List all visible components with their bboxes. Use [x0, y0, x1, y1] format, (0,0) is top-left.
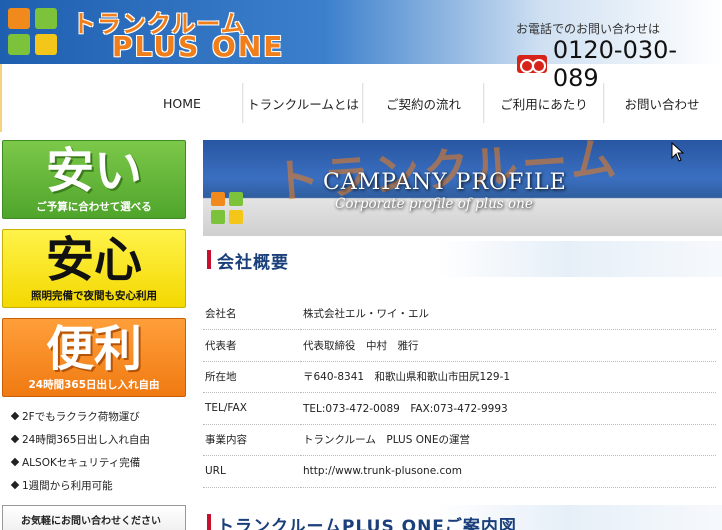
section-heading-map: トランクルームPLUS ONEご案内図	[203, 505, 722, 530]
row-value: 代表取締役 中村 雅行	[301, 329, 716, 362]
company-info-table: 会社名 株式会社エル・ワイ・エル 代表者 代表取締役 中村 雅行 所在地 〒64…	[203, 298, 716, 488]
feature-convenient-title: 便利	[45, 321, 142, 377]
row-key: URL	[203, 455, 301, 488]
banner-square-icon	[211, 192, 225, 206]
section-title: 会社概要	[217, 253, 289, 273]
diamond-bullet-icon	[10, 457, 20, 467]
table-row: 会社名 株式会社エル・ワイ・エル	[203, 298, 716, 330]
row-value: 〒640-8341 和歌山県和歌山市田尻129-1	[301, 361, 716, 393]
row-key: 所在地	[203, 361, 301, 393]
table-row: 代表者 代表取締役 中村 雅行	[203, 329, 716, 362]
feature-cheap-caption: ご予算に合わせて選べる	[36, 201, 152, 213]
nav-home[interactable]: HOME	[122, 82, 242, 124]
list-item: ALSOKセキュリティ完備	[10, 455, 150, 478]
company-profile-banner: トランクルーム CAMPANY PROFILE Corporate profil…	[203, 140, 722, 236]
table-row: 所在地 〒640-8341 和歌山県和歌山市田尻129-1	[203, 361, 716, 393]
heading-accent-bar	[207, 514, 211, 530]
logo-square-green	[35, 8, 57, 29]
company-url-link[interactable]: http://www.trunk-plusone.com	[301, 455, 716, 488]
bullet-text: 24時間365日出し入れ自由	[22, 434, 150, 446]
row-key: 事業内容	[203, 424, 301, 456]
table-row: TEL/FAX TEL:073-472-0089 FAX:073-472-999…	[203, 392, 716, 425]
banner-square-icon	[229, 192, 243, 206]
feature-safe-title: 安心	[45, 232, 142, 288]
logo-text-bottom[interactable]: PLUS ONE	[112, 30, 284, 63]
feature-safe-banner[interactable]: 安心 照明完備で夜間も安心利用	[2, 229, 186, 308]
row-value: TEL:073-472-0089 FAX:073-472-9993	[301, 392, 716, 425]
diamond-bullet-icon	[10, 411, 20, 421]
nav-contact[interactable]: お問い合わせ	[605, 82, 719, 124]
row-value: トランクルーム PLUS ONEの運営	[301, 424, 716, 456]
logo-square-green-2	[8, 34, 30, 55]
list-item: 24時間365日出し入れ自由	[10, 432, 150, 455]
banner-square-icon	[211, 210, 225, 224]
list-item: 2Fでもラクラク荷物運び	[10, 409, 150, 432]
banner-subtitle: Corporate profile of plus one	[335, 196, 533, 212]
feature-convenient-caption: 24時間365日出し入れ自由	[28, 379, 160, 391]
row-key: TEL/FAX	[203, 392, 301, 425]
feature-bullet-list: 2Fでもラクラク荷物運び 24時間365日出し入れ自由 ALSOKセキュリティ完…	[10, 409, 150, 501]
logo-square-yellow	[35, 34, 57, 55]
bullet-text: ALSOKセキュリティ完備	[22, 457, 141, 469]
nav-contract-flow[interactable]: ご契約の流れ	[364, 82, 483, 124]
diamond-bullet-icon	[10, 434, 20, 444]
list-item: 1週間から利用可能	[10, 478, 150, 501]
diamond-bullet-icon	[10, 480, 20, 490]
bullet-text: 2Fでもラクラク荷物運び	[22, 411, 140, 423]
contact-cta-label: お気軽にお問い合わせください	[21, 516, 161, 527]
mouse-cursor-icon	[671, 142, 685, 162]
table-row: URL http://www.trunk-plusone.com	[203, 455, 716, 488]
site-header: トランクルーム PLUS ONE お電話でのお問い合わせは 0120-030-0…	[0, 0, 722, 92]
feature-cheap-title: 安い	[45, 143, 142, 199]
logo-square-orange	[8, 8, 30, 29]
global-nav: HOME トランクルームとは ご契約の流れ ご利用にあたり お問い合わせ	[122, 82, 719, 124]
banner-title: CAMPANY PROFILE	[323, 170, 567, 195]
banner-square-icon	[229, 210, 243, 224]
feature-cheap-banner[interactable]: 安い ご予算に合わせて選べる	[2, 140, 186, 219]
nav-usage-notes[interactable]: ご利用にあたり	[485, 82, 603, 124]
left-accent-strip	[0, 64, 2, 132]
heading-accent-bar	[207, 250, 211, 269]
row-key: 会社名	[203, 298, 301, 330]
nav-about-trunkroom[interactable]: トランクルームとは	[244, 82, 362, 124]
section-title: トランクルームPLUS ONEご案内図	[217, 517, 517, 530]
contact-cta-box[interactable]: お気軽にお問い合わせください	[2, 505, 186, 530]
bullet-text: 1週間から利用可能	[22, 480, 113, 492]
row-key: 代表者	[203, 329, 301, 362]
section-heading-company: 会社概要	[203, 241, 722, 277]
row-value: 株式会社エル・ワイ・エル	[301, 298, 716, 330]
feature-safe-caption: 照明完備で夜間も安心利用	[31, 290, 157, 302]
feature-convenient-banner[interactable]: 便利 24時間365日出し入れ自由	[2, 318, 186, 397]
table-row: 事業内容 トランクルーム PLUS ONEの運営	[203, 424, 716, 456]
logo-mark[interactable]	[8, 8, 64, 60]
freedial-icon	[517, 55, 547, 73]
phone-label: お電話でのお問い合わせは	[516, 22, 661, 36]
